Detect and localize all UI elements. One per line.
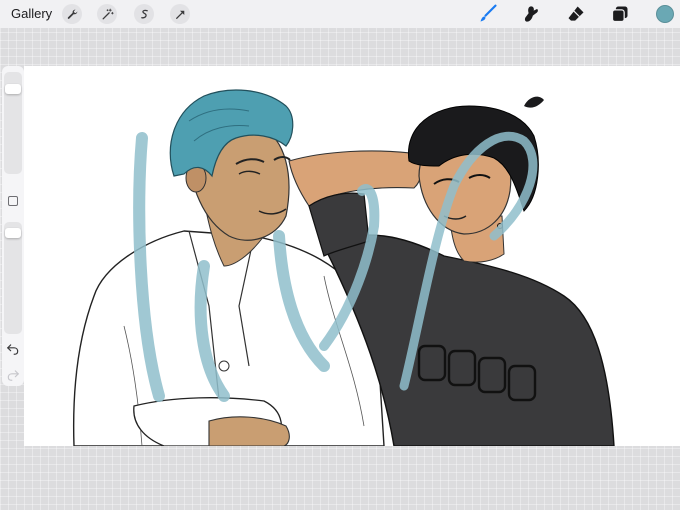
selection-icon[interactable] xyxy=(134,4,154,24)
top-toolbar: Gallery xyxy=(0,0,680,28)
modify-button[interactable] xyxy=(8,196,18,206)
eraser-icon[interactable] xyxy=(566,4,586,24)
opacity-thumb[interactable] xyxy=(5,228,21,238)
layers-icon[interactable] xyxy=(610,4,630,24)
drawing-canvas[interactable] xyxy=(24,66,680,446)
undo-icon[interactable] xyxy=(6,342,20,356)
brush-size-thumb[interactable] xyxy=(5,84,21,94)
left-sidebar xyxy=(2,66,24,386)
wrench-icon[interactable] xyxy=(62,4,82,24)
transform-arrow-icon[interactable] xyxy=(170,4,190,24)
smudge-icon[interactable] xyxy=(522,4,542,24)
redo-icon[interactable] xyxy=(6,368,20,382)
color-picker-swatch[interactable] xyxy=(656,5,674,23)
brush-size-slider[interactable] xyxy=(4,72,22,174)
gallery-button[interactable]: Gallery xyxy=(11,6,52,21)
opacity-slider[interactable] xyxy=(4,222,22,334)
magic-wand-icon[interactable] xyxy=(97,4,117,24)
brush-icon[interactable] xyxy=(478,4,498,24)
artwork xyxy=(72,89,615,446)
